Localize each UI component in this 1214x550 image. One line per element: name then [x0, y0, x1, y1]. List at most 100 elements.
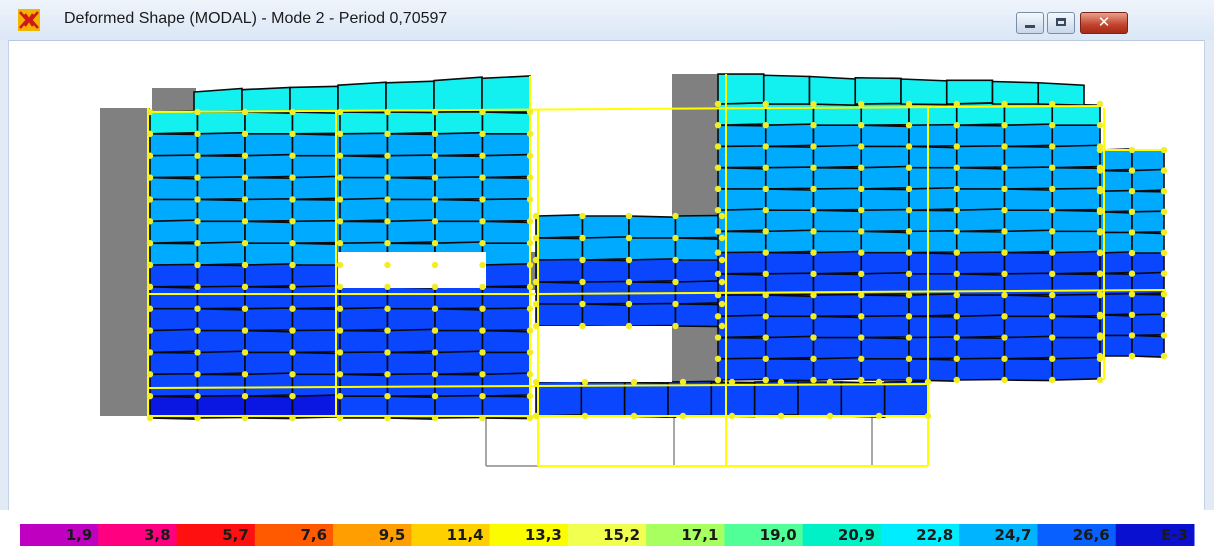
mesh-cell: [908, 293, 958, 318]
joint: [384, 414, 391, 422]
mesh-cell: [291, 307, 341, 332]
joint: [581, 378, 589, 386]
mesh-cell: [535, 258, 584, 283]
joint: [625, 234, 633, 242]
joint: [479, 174, 486, 181]
mesh-cell: [434, 111, 484, 135]
mesh-cell: [339, 351, 389, 376]
joint: [579, 234, 586, 242]
joint: [241, 152, 249, 159]
joint: [810, 355, 817, 362]
joint: [431, 305, 439, 312]
minimize-button[interactable]: [1016, 12, 1044, 34]
mesh-cell: [481, 75, 531, 113]
joint: [1128, 270, 1136, 277]
mesh-cell: [955, 294, 1006, 318]
mesh-cell: [908, 145, 958, 170]
joint: [532, 212, 540, 220]
mesh-cell: [149, 133, 199, 158]
joint: [858, 143, 865, 150]
joint: [1096, 332, 1104, 339]
joint: [762, 249, 769, 256]
mesh-cell: [481, 242, 531, 266]
joint: [1096, 311, 1104, 318]
joint: [1096, 291, 1104, 298]
close-button[interactable]: ✕: [1080, 12, 1128, 34]
joint: [905, 355, 913, 362]
joint: [1096, 229, 1104, 236]
mesh-cell: [1131, 293, 1165, 317]
mesh-cell: [291, 394, 341, 419]
mesh-cell: [667, 380, 713, 417]
mesh-cell: [386, 109, 436, 135]
mesh-cell: [434, 350, 484, 376]
joint: [384, 283, 391, 291]
joint: [532, 278, 540, 286]
joint: [194, 108, 201, 116]
joint: [194, 371, 201, 378]
joint: [728, 412, 736, 420]
mesh-cell: [481, 198, 531, 223]
joint: [1001, 355, 1008, 362]
legend-label: 17,1: [681, 526, 718, 544]
joint: [714, 355, 722, 362]
mesh-cell: [149, 372, 199, 397]
mesh-cell: [481, 372, 531, 397]
joint: [532, 300, 540, 308]
joint: [905, 291, 913, 299]
mesh-cell: [434, 329, 484, 354]
joint: [1049, 100, 1056, 108]
mesh-cell: [1131, 190, 1165, 214]
joint: [1001, 270, 1008, 278]
joint: [714, 143, 722, 150]
joint: [384, 327, 391, 334]
joint: [479, 283, 486, 291]
mesh-cell: [908, 209, 958, 233]
joint: [953, 164, 960, 171]
maximize-button[interactable]: [1047, 12, 1075, 34]
joint: [1001, 185, 1008, 193]
joint: [1160, 229, 1168, 236]
joint: [810, 122, 817, 129]
mesh-cell: [764, 166, 815, 190]
mesh-cell: [1131, 168, 1165, 193]
joint: [479, 152, 486, 159]
joint: [953, 270, 960, 278]
joint: [1001, 122, 1008, 129]
joint: [532, 378, 540, 386]
mesh-cell: [628, 237, 677, 261]
mesh-cell: [339, 306, 389, 332]
joint: [630, 412, 638, 420]
joint: [146, 174, 154, 181]
title-bar[interactable]: Deformed Shape (MODAL) - Mode 2 - Period…: [0, 0, 1214, 41]
mesh-cell: [386, 133, 436, 158]
joint: [905, 228, 913, 235]
joint: [1096, 122, 1104, 129]
legend-label: 20,9: [838, 526, 875, 544]
mesh-cell: [1037, 81, 1085, 107]
mesh-cell: [386, 154, 436, 179]
joint: [953, 185, 960, 193]
mesh-cell: [291, 175, 341, 201]
joint: [1128, 229, 1136, 236]
mesh-cell: [955, 166, 1006, 191]
mesh-cell: [196, 350, 246, 376]
joint: [194, 152, 201, 159]
joint: [526, 108, 534, 116]
mesh-cell: [1003, 229, 1054, 254]
model-viewport[interactable]: [0, 40, 1214, 510]
joint: [625, 322, 633, 330]
joint: [905, 249, 913, 256]
joint: [289, 152, 296, 159]
joint: [289, 174, 296, 181]
joint: [146, 283, 154, 291]
floor-opening: [538, 326, 672, 382]
mesh-cell: [860, 124, 910, 149]
mesh-cell: [1003, 123, 1054, 148]
mesh-cell: [291, 329, 341, 354]
mesh-cell: [808, 75, 857, 107]
mesh-cell: [481, 262, 531, 288]
joint: [953, 143, 960, 150]
mesh-cell: [291, 198, 341, 223]
joint: [146, 327, 154, 334]
